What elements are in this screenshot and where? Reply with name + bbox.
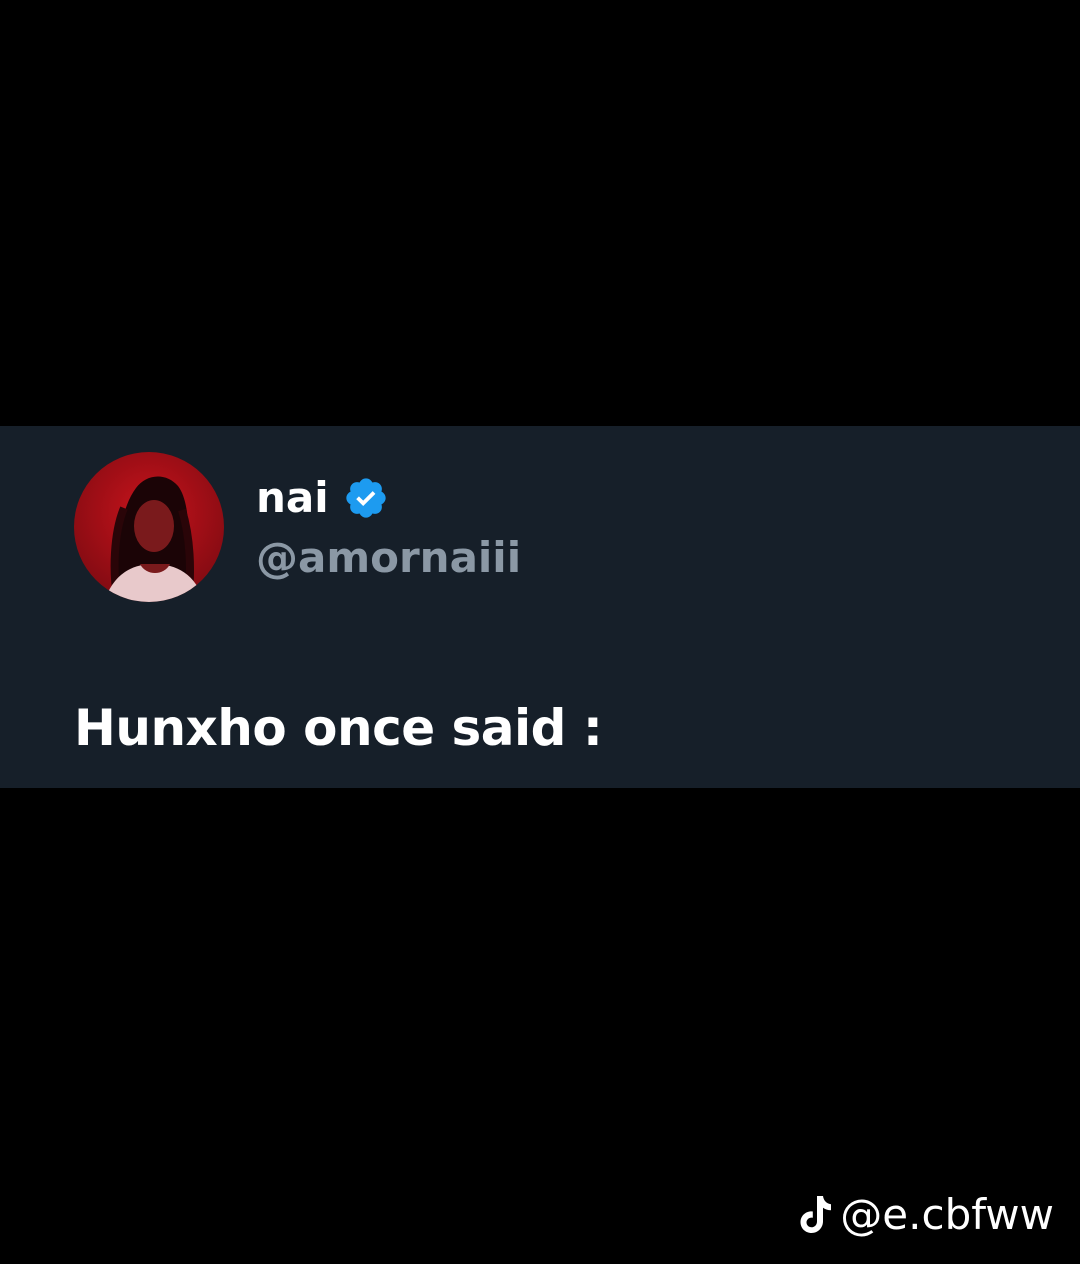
avatar-photo [104, 476, 204, 602]
tiktok-watermark: @e.cbfww [798, 1190, 1054, 1240]
verified-badge-icon [345, 478, 386, 518]
display-name-row: nai [256, 470, 389, 526]
tweet-text: Hunxho once said : [74, 699, 603, 757]
user-handle[interactable]: @amornaiii [256, 530, 521, 586]
watermark-handle: @e.cbfww [840, 1190, 1054, 1239]
avatar[interactable] [74, 452, 224, 602]
tiktok-logo-icon [800, 1196, 832, 1233]
display-name[interactable]: nai [256, 470, 329, 526]
tweet-card[interactable]: nai @amornaiii Hunxho once said : [0, 426, 1080, 788]
